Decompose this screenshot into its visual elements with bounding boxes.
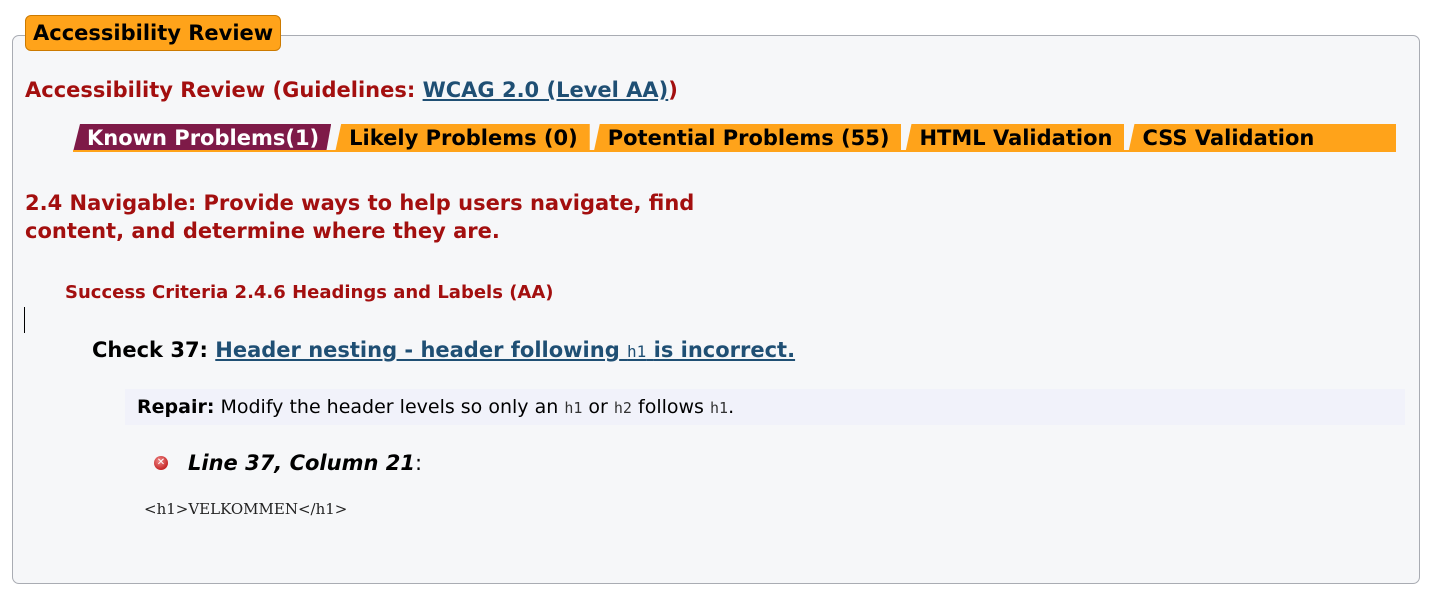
tab-likely-problems[interactable]: Likely Problems (0) [335, 124, 590, 152]
error-circle-icon: ✕ [154, 456, 168, 470]
error-location: ✕ Line 37, Column 21: [153, 451, 422, 475]
review-title-prefix: Accessibility Review (Guidelines: [25, 78, 423, 102]
repair-text-3: follows [638, 396, 704, 418]
repair-label: Repair: [137, 396, 215, 418]
panel-legend-title: Accessibility Review [25, 15, 282, 51]
repair-text-1: Modify the header levels so only an [220, 396, 559, 418]
review-title-suffix: ) [668, 78, 678, 102]
review-title: Accessibility Review (Guidelines: WCAG 2… [25, 78, 678, 102]
repair-code-3: h1 [710, 399, 729, 417]
repair-code-2: h2 [613, 399, 632, 417]
tab-css-validation[interactable]: CSS Validation [1128, 124, 1396, 152]
code-snippet: <h1>VELKOMMEN</h1> [144, 500, 348, 518]
tab-underline-divider [73, 150, 1396, 152]
guideline-link[interactable]: WCAG 2.0 (Level AA) [423, 78, 669, 102]
check-link-text-post: is incorrect. [653, 338, 796, 362]
tab-html-validation[interactable]: HTML Validation [905, 124, 1125, 152]
repair-text-4: . [728, 396, 735, 418]
error-location-text: Line 37, Column 21 [188, 451, 415, 475]
repair-code-1: h1 [564, 399, 583, 417]
text-cursor [24, 307, 25, 333]
problem-tabs: Known Problems(1) Likely Problems (0) Po… [73, 124, 1396, 152]
error-location-colon: : [414, 451, 423, 475]
check-link[interactable]: Header nesting - header following h1 is … [215, 338, 795, 362]
guideline-section-heading: 2.4 Navigable: Provide ways to help user… [25, 191, 695, 243]
check-link-text-pre: Header nesting - header following [215, 338, 620, 362]
success-criteria-heading: Success Criteria 2.4.6 Headings and Labe… [65, 282, 554, 303]
repair-text-2: or [588, 396, 608, 418]
check-heading: Check 37: Header nesting - header follow… [92, 338, 795, 362]
check-link-code: h1 [627, 342, 647, 361]
tab-potential-problems[interactable]: Potential Problems (55) [593, 124, 902, 152]
repair-instruction: Repair: Modify the header levels so only… [137, 396, 734, 418]
tab-known-problems[interactable]: Known Problems(1) [73, 124, 331, 152]
check-label: Check 37: [92, 338, 208, 362]
